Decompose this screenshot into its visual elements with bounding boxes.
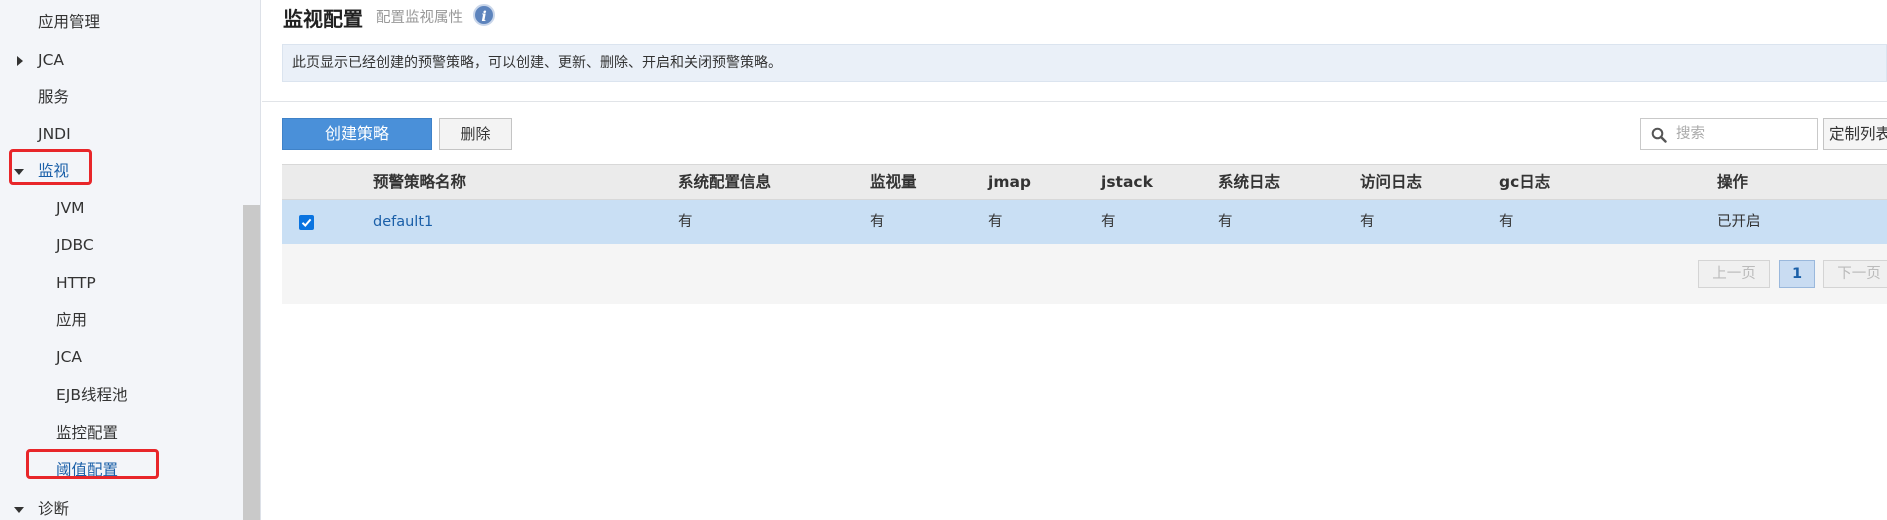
table-header: 预警策略名称 系统配置信息 监视量 jmap jstack 系统日志 访问日志 … bbox=[282, 164, 1887, 200]
checkmark-icon bbox=[301, 218, 312, 227]
search-input[interactable] bbox=[1676, 123, 1814, 145]
column-header-monitor[interactable]: 监视量 bbox=[870, 165, 917, 201]
pagination-next-button[interactable]: 下一页 bbox=[1823, 260, 1887, 288]
cell-sysconfig: 有 bbox=[678, 214, 693, 230]
sidebar-item-app-management[interactable]: 应用管理 bbox=[38, 7, 100, 37]
sidebar-item-http[interactable]: HTTP bbox=[56, 268, 96, 298]
caret-down-icon[interactable] bbox=[14, 169, 24, 175]
sidebar-item-monitor-config[interactable]: 监控配置 bbox=[56, 418, 118, 448]
policy-name-link[interactable]: default1 bbox=[373, 200, 433, 244]
main-panel: 监视配置 配置监视属性 i 此页显示已经创建的预警策略，可以创建、更新、删除、开… bbox=[262, 0, 1887, 520]
cell-gclog: 有 bbox=[1499, 214, 1514, 230]
column-header-accesslog[interactable]: 访问日志 bbox=[1360, 165, 1422, 201]
divider bbox=[262, 101, 1887, 102]
sidebar-item-jca[interactable]: JCA bbox=[38, 45, 64, 75]
cell-monitor: 有 bbox=[870, 214, 885, 230]
sidebar-item-ejb-thread-pool[interactable]: EJB线程池 bbox=[56, 380, 128, 410]
sidebar-scrollbar[interactable] bbox=[243, 205, 260, 520]
sidebar-item-monitor[interactable]: 监视 bbox=[38, 156, 69, 186]
cell-operation-status[interactable]: 已开启 bbox=[1717, 200, 1761, 244]
column-header-sysconfig[interactable]: 系统配置信息 bbox=[678, 165, 771, 201]
sidebar-item-jdbc[interactable]: JDBC bbox=[56, 230, 94, 260]
column-header-syslog[interactable]: 系统日志 bbox=[1218, 165, 1280, 201]
customize-columns-button[interactable]: 定制列表 bbox=[1823, 118, 1887, 150]
column-header-operation: 操作 bbox=[1717, 173, 1749, 191]
sidebar-item-jndi[interactable]: JNDI bbox=[38, 119, 71, 149]
page-description: 此页显示已经创建的预警策略，可以创建、更新、删除、开启和关闭预警策略。 bbox=[282, 44, 1887, 82]
table-row[interactable]: default1 有 有 有 有 有 有 有 已开启 bbox=[282, 200, 1887, 244]
create-policy-button[interactable]: 创建策略 bbox=[282, 118, 432, 150]
policy-table: 预警策略名称 系统配置信息 监视量 jmap jstack 系统日志 访问日志 … bbox=[282, 164, 1887, 304]
pagination-page-1[interactable]: 1 bbox=[1779, 260, 1815, 288]
pagination-prev-button[interactable]: 上一页 bbox=[1698, 260, 1770, 288]
info-icon[interactable]: i bbox=[473, 4, 495, 26]
delete-button[interactable]: 删除 bbox=[439, 118, 512, 150]
sidebar-item-application[interactable]: 应用 bbox=[56, 305, 87, 335]
caret-right-icon[interactable] bbox=[17, 56, 23, 66]
cell-jstack: 有 bbox=[1101, 214, 1116, 230]
page-subtitle: 配置监视属性 bbox=[376, 10, 463, 26]
sidebar-item-services[interactable]: 服务 bbox=[38, 82, 69, 112]
page-title: 监视配置 bbox=[283, 7, 363, 31]
sidebar-item-diagnosis[interactable]: 诊断 bbox=[38, 494, 69, 520]
search-icon bbox=[1651, 127, 1667, 143]
sidebar-item-jvm[interactable]: JVM bbox=[56, 193, 85, 223]
column-header-jmap[interactable]: jmap bbox=[988, 165, 1031, 201]
column-header-policy-name[interactable]: 预警策略名称 bbox=[373, 165, 466, 201]
caret-down-icon[interactable] bbox=[14, 507, 24, 513]
cell-jmap: 有 bbox=[988, 214, 1003, 230]
sidebar: 应用管理 JCA 服务 JNDI 监视 JVM JDBC HTTP 应用 JCA… bbox=[0, 0, 261, 520]
cell-syslog: 有 bbox=[1218, 214, 1233, 230]
sidebar-item-threshold-config[interactable]: 阈值配置 bbox=[56, 455, 118, 485]
column-header-gclog[interactable]: gc日志 bbox=[1499, 165, 1550, 201]
row-checkbox[interactable] bbox=[299, 215, 314, 230]
cell-accesslog: 有 bbox=[1360, 214, 1375, 230]
search-box[interactable] bbox=[1640, 118, 1818, 150]
column-header-jstack[interactable]: jstack bbox=[1101, 165, 1153, 201]
sidebar-item-jca-monitor[interactable]: JCA bbox=[56, 342, 82, 372]
